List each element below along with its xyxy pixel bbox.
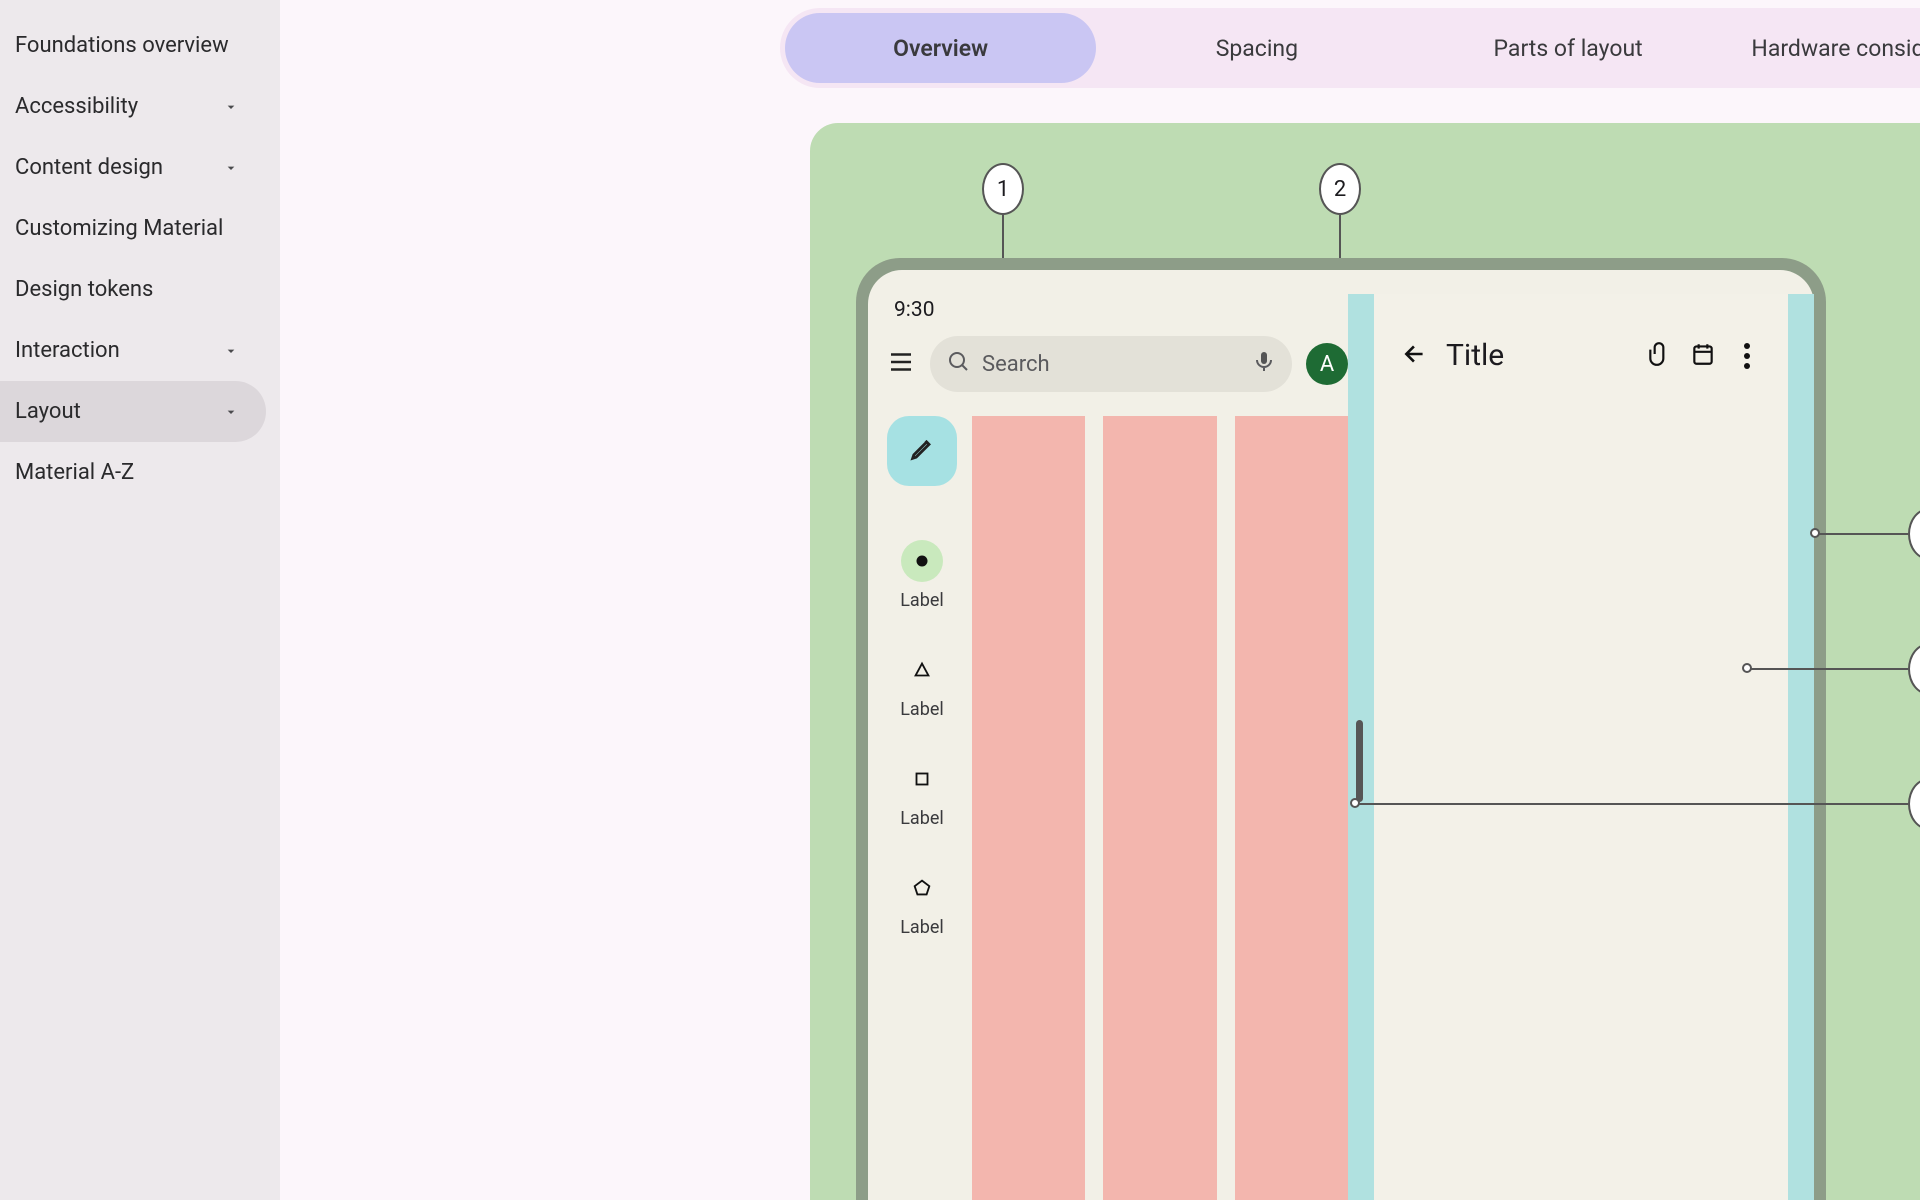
content-columns [972,416,1348,1200]
list-top-bar: Search A [886,336,1348,392]
annotation-line [1358,803,1908,805]
pentagon-icon [901,867,943,909]
calendar-icon[interactable] [1690,341,1716,371]
detail-pane: Title [1374,294,1814,1200]
device-screen: 9:30 Search [868,270,1814,1200]
drag-handle[interactable] [1356,720,1363,802]
tab-overview[interactable]: Overview [785,13,1096,83]
chevron-down-icon [222,98,240,116]
tab-label: Spacing [1216,35,1298,62]
sidebar-item-layout[interactable]: Layout [0,381,266,442]
search-icon [946,349,970,379]
circle-icon [901,540,943,582]
sidebar-item-interaction[interactable]: Interaction [0,320,266,381]
sidebar-item-accessibility[interactable]: Accessibility [0,76,266,137]
triangle-icon [901,649,943,691]
rail-label: Label [886,699,958,720]
navigation-rail: Label Label Label Label [886,416,958,976]
annotation-bubble: 3 [1908,508,1920,560]
tab-hardware-considerations[interactable]: Hardware considerations [1724,13,1920,83]
annotation-line [1818,533,1908,535]
device-frame: 9:30 Search [856,258,1826,1200]
annotation-2: 2 [1319,163,1361,215]
sidebar-item-customizing-material[interactable]: Customizing Material [0,198,266,259]
detail-top-bar: Title [1374,338,1788,373]
annotation-bubble: 5 [1908,778,1920,830]
detail-title: Title [1446,338,1628,373]
chevron-down-icon [222,159,240,177]
annotation-5: 5 [1908,778,1920,830]
column-region [972,416,1085,1200]
edge-spacer [1788,294,1814,1200]
rail-item[interactable]: Label [886,540,958,611]
sidebar-item-label: Material A-Z [15,460,134,485]
column-region [1103,416,1216,1200]
rail-label: Label [886,590,958,611]
sidebar-item-material-az[interactable]: Material A-Z [0,442,266,503]
annotation-line [1750,668,1908,670]
sidebar: Foundations overview Accessibility Conte… [0,0,280,1200]
status-time: 9:30 [894,298,935,322]
tab-label: Parts of layout [1494,35,1643,62]
chevron-down-icon [222,403,240,421]
annotation-bubble: 2 [1319,163,1361,215]
sidebar-item-design-tokens[interactable]: Design tokens [0,259,266,320]
annotation-dot [1350,798,1360,808]
sidebar-item-label: Content design [15,155,163,180]
annotation-4: 4 [1908,643,1920,695]
search-field[interactable]: Search [930,336,1292,392]
layout-diagram: 1 2 9:30 [810,123,1920,1200]
search-placeholder: Search [982,352,1050,377]
annotation-bubble: 4 [1908,643,1920,695]
menu-icon[interactable] [886,347,916,381]
main: Overview Spacing Parts of layout Hardwar… [280,0,1920,1200]
rail-label: Label [886,917,958,938]
sidebar-item-foundations-overview[interactable]: Foundations overview [0,15,266,76]
column-region [1235,416,1348,1200]
tab-label: Hardware considerations [1751,35,1920,62]
sidebar-item-label: Customizing Material [15,216,223,241]
chevron-down-icon [222,342,240,360]
sidebar-item-content-design[interactable]: Content design [0,137,266,198]
rail-item[interactable]: Label [886,649,958,720]
back-icon[interactable] [1402,341,1428,371]
list-pane: Search A Label Label Label Label [886,336,1348,1200]
avatar[interactable]: A [1306,343,1348,385]
annotation-dot [1810,528,1820,538]
annotation-1: 1 [982,163,1024,215]
sidebar-item-label: Foundations overview [15,33,229,58]
pencil-icon [908,435,936,467]
avatar-initial: A [1320,352,1334,377]
annotation-3: 3 [1908,508,1920,560]
sidebar-item-label: Layout [15,399,81,424]
tab-parts-of-layout[interactable]: Parts of layout [1413,13,1724,83]
page-tabs: Overview Spacing Parts of layout Hardwar… [780,8,1920,88]
tab-label: Overview [893,35,988,62]
annotation-bubble: 1 [982,163,1024,215]
rail-item[interactable]: Label [886,758,958,829]
detail-body: Title [1374,294,1788,1200]
sidebar-item-label: Design tokens [15,277,153,302]
tab-spacing[interactable]: Spacing [1101,13,1412,83]
annotation-dot [1742,663,1752,673]
sidebar-item-label: Interaction [15,338,120,363]
rail-label: Label [886,808,958,829]
attachment-icon[interactable] [1646,341,1672,371]
compose-fab[interactable] [887,416,957,486]
sidebar-item-label: Accessibility [15,94,138,119]
mic-icon[interactable] [1252,349,1276,379]
more-icon[interactable] [1734,343,1760,369]
square-icon [901,758,943,800]
rail-item[interactable]: Label [886,867,958,938]
